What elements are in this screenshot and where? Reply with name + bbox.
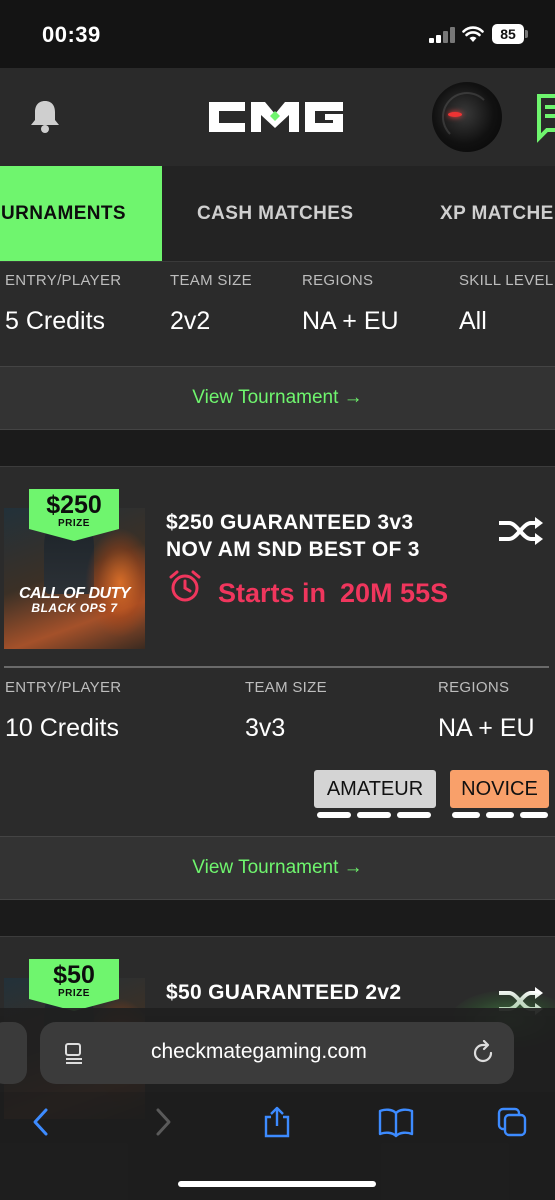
tab-xp-matches[interactable]: XP MATCHE	[440, 166, 554, 261]
cellular-signal-icon	[429, 27, 455, 43]
status-bar: 00:39 85	[0, 0, 555, 68]
prize-amount: $50	[53, 961, 95, 989]
home-indicator[interactable]	[178, 1181, 376, 1187]
starts-label: Starts in	[218, 578, 327, 608]
skill-badge-amateur: AMATEUR	[314, 770, 436, 808]
cmg-logo[interactable]	[207, 98, 345, 136]
reader-icon[interactable]	[62, 1041, 86, 1065]
entry-label: ENTRY/PLAYER	[5, 679, 122, 696]
skill-level-value: All	[459, 307, 487, 335]
app-header	[0, 68, 555, 166]
forward-icon[interactable]	[146, 1106, 178, 1138]
chat-icon[interactable]	[535, 90, 555, 144]
game-title-line2: BLACK OPS 7	[31, 601, 118, 615]
skill-badge-novice: NOVICE	[450, 770, 549, 808]
status-time: 00:39	[42, 22, 101, 47]
tab-tournaments[interactable]: URNAMENTS	[0, 166, 162, 261]
regions-label: REGIONS	[302, 272, 374, 289]
url-text[interactable]: checkmategaming.com	[151, 1040, 367, 1064]
tournament-card-2[interactable]: CALL OF DUTY BLACK OPS 7 $250 PRIZE $250…	[0, 466, 555, 836]
card-gap	[0, 900, 555, 936]
bell-icon[interactable]	[28, 98, 62, 134]
shuffle-icon[interactable]	[497, 515, 545, 547]
prize-amount: $250	[46, 491, 102, 519]
bookmarks-icon[interactable]	[378, 1106, 414, 1138]
battery-indicator: 85	[492, 24, 528, 44]
prize-badge: $250 PRIZE	[29, 489, 119, 541]
entry-label: ENTRY/PLAYER	[5, 272, 122, 289]
share-icon[interactable]	[261, 1106, 293, 1138]
prize-label: PRIZE	[58, 988, 90, 999]
tab-tournaments-label: URNAMENTS	[1, 203, 126, 224]
tab-bar: URNAMENTS CASH MATCHES XP MATCHE	[0, 166, 555, 262]
view-tournament-button[interactable]: View Tournament →	[0, 836, 555, 900]
skill-level-label: SKILL LEVEL	[459, 272, 554, 289]
team-size-value: 3v3	[245, 714, 286, 742]
tab-cash-matches[interactable]: CASH MATCHES	[197, 166, 353, 261]
entry-value: 5 Credits	[5, 307, 106, 335]
team-size-value: 2v2	[170, 307, 211, 335]
wifi-icon	[462, 26, 484, 42]
regions-value: NA + EU	[302, 307, 399, 335]
team-size-label: TEAM SIZE	[245, 679, 327, 696]
tournament-title-line1: $250 GUARANTEED 3v3	[166, 511, 414, 534]
tournament-title-line2: NOV AM SND BEST OF 3	[166, 538, 420, 561]
team-size-label: TEAM SIZE	[170, 272, 252, 289]
amateur-level-bar	[317, 812, 431, 818]
countdown-text: Starts in 20M 55S	[218, 578, 448, 609]
game-title-line1: CALL OF DUTY	[18, 585, 131, 602]
tournament-title-line1: $50 GUARANTEED 2v2	[166, 981, 402, 1004]
prize-badge: $50 PRIZE	[29, 959, 119, 1011]
regions-label: REGIONS	[438, 679, 510, 696]
card-gap	[0, 430, 555, 466]
entry-value: 10 Credits	[5, 714, 119, 742]
alarm-clock-icon	[169, 570, 201, 602]
tabs-icon[interactable]	[496, 1106, 528, 1138]
countdown-value: 20M 55S	[340, 578, 449, 608]
regions-value: NA + EU	[438, 714, 535, 742]
address-bar[interactable]: checkmategaming.com	[40, 1022, 514, 1084]
reload-icon[interactable]	[470, 1040, 496, 1066]
novice-level-bar	[452, 812, 548, 818]
card-divider	[4, 666, 549, 668]
prize-label: PRIZE	[58, 518, 90, 529]
back-icon[interactable]	[26, 1106, 58, 1138]
previous-tab-peek[interactable]	[0, 1022, 27, 1084]
browser-address-area: checkmategaming.com	[0, 1008, 555, 1092]
avatar[interactable]	[432, 82, 502, 152]
view-tournament-button[interactable]: View Tournament →	[0, 366, 555, 430]
